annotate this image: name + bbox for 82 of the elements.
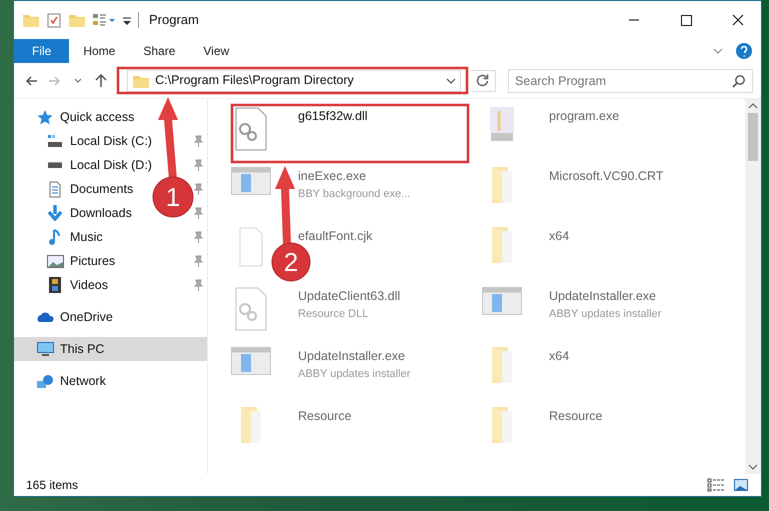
item-count: 165 items	[26, 477, 78, 494]
monitor-icon	[36, 342, 54, 356]
back-arrow-icon	[25, 76, 38, 86]
pin-icon[interactable]	[193, 159, 203, 171]
properties-icon[interactable]	[46, 12, 62, 28]
shortcut-item[interactable]: Music	[14, 225, 107, 249]
pin-icon[interactable]	[193, 231, 203, 243]
dropdown-icon	[74, 78, 82, 83]
search-icon[interactable]	[732, 74, 746, 88]
shortcut-item[interactable]: Local Disk (C:)	[14, 129, 156, 153]
file-name[interactable]: x64	[549, 347, 570, 366]
pin-icon[interactable]	[193, 183, 203, 195]
pin-icon[interactable]	[193, 135, 203, 147]
file-name[interactable]: UpdateClient63.dll	[298, 287, 400, 306]
file-name[interactable]: ineExec.exe	[298, 167, 410, 186]
refresh-icon	[476, 74, 490, 87]
step-badge: 2	[272, 242, 310, 282]
pin-icon[interactable]	[193, 255, 203, 267]
program-icon[interactable]	[489, 107, 515, 141]
ribbon-tab[interactable]: View	[189, 39, 244, 63]
maximize-icon	[680, 14, 692, 26]
file-description: BBY background exe...	[298, 186, 410, 202]
address-bar[interactable]: C:\Program Files\Program Directory	[127, 70, 461, 92]
file-name[interactable]: UpdateInstaller.exe	[549, 287, 662, 306]
navigation-item[interactable]: Quick access	[14, 105, 138, 129]
application-icon[interactable]	[231, 347, 271, 375]
pin-icon[interactable]	[193, 207, 203, 219]
file-name[interactable]: program.exe	[549, 107, 620, 126]
drive-icon	[47, 134, 63, 148]
navigation-item[interactable]: OneDrive	[14, 305, 117, 329]
cloud-icon	[36, 312, 54, 322]
details-view-icon[interactable]	[707, 478, 725, 492]
file-name[interactable]: Resource	[298, 407, 352, 426]
up-arrow-icon	[95, 74, 108, 87]
ribbon-tab[interactable]: Home	[69, 39, 130, 63]
settings-file-icon[interactable]	[235, 107, 267, 151]
drive-icon	[47, 162, 63, 168]
dropdown-icon[interactable]	[446, 78, 456, 84]
navigation-item[interactable]: Network	[14, 369, 110, 393]
view-options-icon[interactable]	[92, 12, 116, 28]
folder-icon[interactable]	[22, 12, 40, 28]
shortcut-item[interactable]: Pictures	[14, 249, 120, 273]
expand-ribbon-icon[interactable]	[713, 48, 723, 54]
application-icon[interactable]	[231, 167, 271, 195]
shortcut-item[interactable]: Videos	[14, 273, 112, 297]
pin-icon[interactable]	[193, 279, 203, 291]
music-note-icon	[49, 228, 61, 246]
application-icon[interactable]	[482, 287, 522, 315]
file-name[interactable]: UpdateInstaller.exe	[298, 347, 410, 366]
star-icon	[36, 108, 54, 126]
help-icon[interactable]	[735, 42, 753, 60]
shortcut-item[interactable]: Downloads	[14, 201, 136, 225]
shortcut-item[interactable]: Documents	[14, 177, 138, 201]
network-icon	[36, 374, 54, 388]
navigation-item[interactable]: This PC	[14, 337, 207, 361]
file-description: Resource DLL	[298, 306, 370, 322]
large-icons-view-icon[interactable]	[733, 478, 749, 492]
file-description: ABBY updates installer	[298, 366, 410, 382]
forward-arrow-icon	[48, 76, 62, 86]
ribbon-tab[interactable]: Share	[129, 39, 190, 63]
file-name[interactable]: Microsoft.VC90.CRT	[549, 167, 664, 186]
scroll-down-icon[interactable]	[748, 464, 758, 470]
refresh-button[interactable]	[470, 70, 496, 92]
step-badge: 1	[152, 176, 194, 218]
scrollbar-thumb[interactable]	[748, 113, 758, 161]
file-name[interactable]: Resource	[549, 407, 602, 426]
down-arrow-icon	[47, 205, 63, 221]
address-path: C:\Program Files\Program Directory	[155, 72, 354, 90]
new-folder-icon[interactable]	[68, 12, 86, 28]
shortcut-item[interactable]: Local Disk (D:)	[14, 153, 156, 177]
window-title: Program	[149, 11, 199, 30]
search-field[interactable]: Search Program	[508, 68, 754, 92]
document-icon	[48, 180, 62, 198]
file-name[interactable]: g615f32w.dll	[298, 107, 368, 126]
file-description: ABBY updates installer	[549, 306, 662, 322]
scroll-up-icon[interactable]	[748, 103, 758, 109]
file-name[interactable]: x64	[549, 227, 570, 246]
film-icon	[49, 277, 61, 293]
settings-file-icon[interactable]	[235, 287, 267, 331]
file-menu-tab[interactable]: File	[14, 39, 70, 63]
close-icon	[732, 14, 744, 26]
picture-icon	[46, 254, 64, 268]
